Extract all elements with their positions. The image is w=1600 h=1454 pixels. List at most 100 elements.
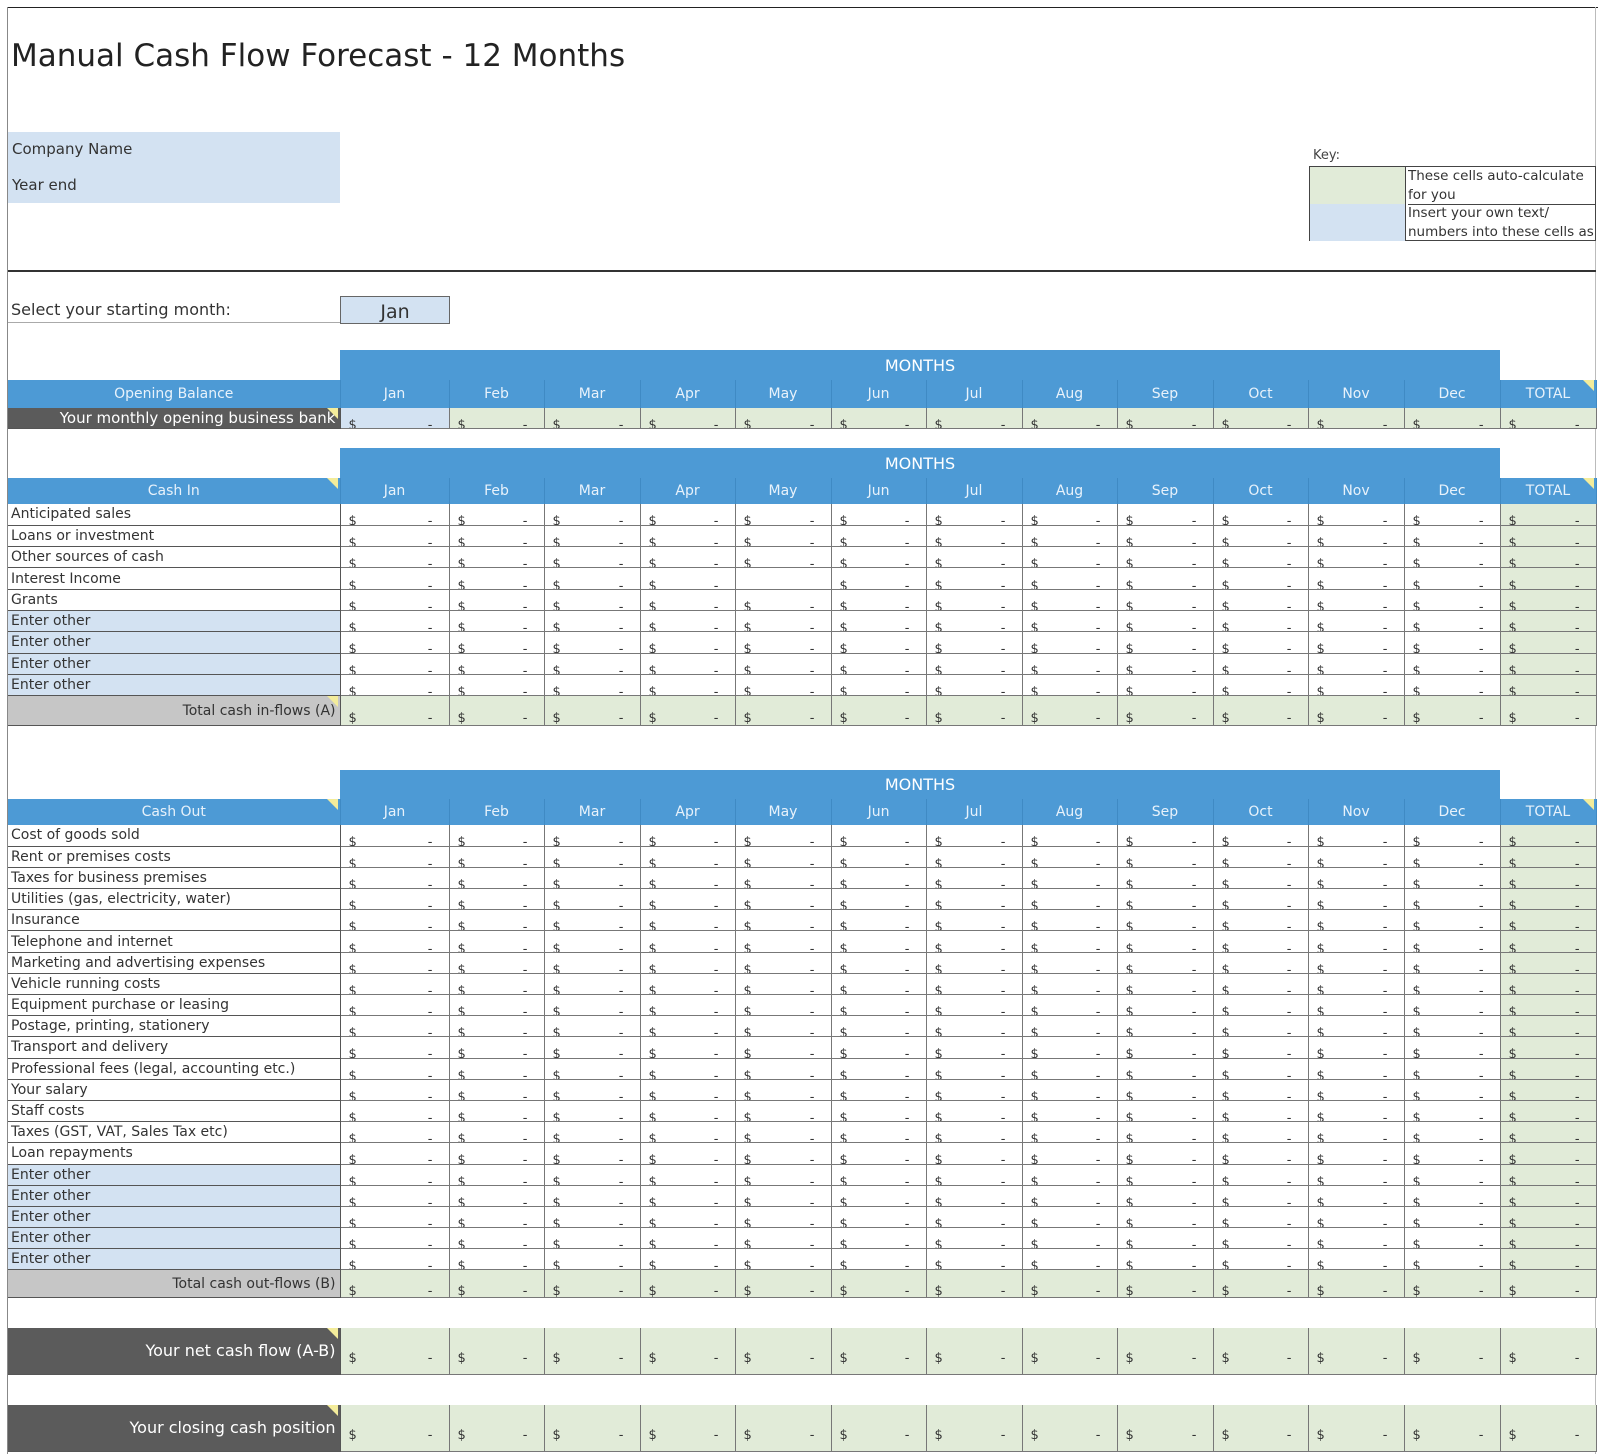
cash-out-cell[interactable]: $ -	[1117, 1079, 1214, 1101]
cash-out-cell[interactable]: $ -	[1308, 1079, 1405, 1101]
cash-in-row-label[interactable]: Enter other	[8, 653, 341, 675]
cash-out-cell[interactable]: $ -	[735, 1015, 832, 1038]
cash-in-cell[interactable]: $ -	[1117, 674, 1214, 697]
cash-out-cell[interactable]: $ -	[926, 1164, 1023, 1186]
cash-out-cell[interactable]: $ -	[1213, 1121, 1309, 1144]
cash-out-cell[interactable]: $ -	[1308, 1142, 1405, 1165]
cash-out-row-label[interactable]: Enter other	[8, 1248, 341, 1271]
cash-out-cell[interactable]: $ -	[544, 930, 641, 953]
cash-in-cell[interactable]: $ -	[1308, 546, 1405, 569]
cash-out-cell[interactable]: $ -	[544, 1015, 641, 1038]
cash-out-cell[interactable]: $ -	[544, 1227, 641, 1250]
cash-out-cell[interactable]: $ -	[449, 1185, 545, 1207]
cash-out-cell[interactable]: $ -	[735, 846, 832, 868]
opening-jan-cell[interactable]: $ -	[340, 408, 450, 429]
cash-out-cell[interactable]: $ -	[640, 1248, 736, 1271]
cash-out-cell[interactable]: $ -	[640, 1079, 736, 1101]
cash-out-cell[interactable]: $ -	[1213, 1015, 1309, 1038]
cash-out-cell[interactable]: $ -	[1117, 1100, 1214, 1123]
cash-in-cell[interactable]: $ -	[1308, 674, 1405, 697]
cash-out-cell[interactable]: $ -	[831, 1100, 927, 1123]
cash-out-cell[interactable]: $ -	[1404, 888, 1501, 911]
cash-out-cell[interactable]: $ -	[640, 867, 736, 890]
cash-in-cell[interactable]: $ -	[640, 589, 736, 611]
cash-out-cell[interactable]: $ -	[1022, 1079, 1118, 1101]
cash-in-cell[interactable]: $ -	[735, 589, 832, 611]
cash-out-cell[interactable]: $ -	[926, 825, 1023, 847]
cash-out-cell[interactable]: $ -	[340, 1079, 450, 1101]
cash-in-cell[interactable]: $ -	[735, 504, 832, 526]
cash-in-cell[interactable]: $ -	[926, 589, 1023, 611]
cash-out-cell[interactable]: $ -	[1213, 909, 1309, 932]
cash-in-cell[interactable]: $ -	[1022, 589, 1118, 611]
cash-out-cell[interactable]: $ -	[1117, 1036, 1214, 1059]
cash-out-cell[interactable]: $ -	[1022, 1058, 1118, 1080]
company-info-input[interactable]: Company Name Year end	[8, 132, 340, 203]
cash-out-cell[interactable]: $ -	[1117, 930, 1214, 953]
cash-in-cell[interactable]: $ -	[544, 525, 641, 548]
cash-in-cell[interactable]: $ -	[449, 525, 545, 548]
cash-out-cell[interactable]: $ -	[340, 930, 450, 953]
cash-out-cell[interactable]: $ -	[926, 1100, 1023, 1123]
cash-out-cell[interactable]: $ -	[926, 846, 1023, 868]
cash-out-cell[interactable]: $ -	[1404, 994, 1501, 1017]
cash-out-cell[interactable]: $ -	[1404, 1248, 1501, 1271]
cash-out-cell[interactable]: $ -	[1022, 1142, 1118, 1165]
cash-out-cell[interactable]: $ -	[544, 952, 641, 974]
cash-out-cell[interactable]: $ -	[1117, 952, 1214, 974]
year-end-label[interactable]: Year end	[12, 176, 77, 194]
cash-out-cell[interactable]: $ -	[1308, 1185, 1405, 1207]
cash-out-cell[interactable]: $ -	[340, 1185, 450, 1207]
cash-in-cell[interactable]: $ -	[1022, 546, 1118, 569]
cash-out-cell[interactable]: $ -	[926, 952, 1023, 974]
cash-out-cell[interactable]: $ -	[926, 909, 1023, 932]
cash-out-cell[interactable]: $ -	[1404, 973, 1501, 996]
cash-in-cell[interactable]: $ -	[1117, 610, 1214, 633]
cash-out-cell[interactable]: $ -	[340, 825, 450, 847]
cash-out-cell[interactable]: $ -	[1404, 1015, 1501, 1038]
cash-in-cell[interactable]: $ -	[449, 610, 545, 633]
cash-in-cell[interactable]: $ -	[1022, 567, 1118, 590]
cash-out-cell[interactable]: $ -	[1308, 1036, 1405, 1059]
cash-in-cell[interactable]: $ -	[544, 546, 641, 569]
cash-out-cell[interactable]: $ -	[831, 888, 927, 911]
cash-out-cell[interactable]: $ -	[1308, 846, 1405, 868]
cash-out-cell[interactable]: $ -	[1213, 952, 1309, 974]
cash-in-cell[interactable]: $ -	[340, 525, 450, 548]
cash-in-cell[interactable]: $ -	[449, 631, 545, 654]
cash-out-cell[interactable]: $ -	[735, 867, 832, 890]
cash-out-cell[interactable]: $ -	[449, 952, 545, 974]
cash-out-cell[interactable]: $ -	[1213, 888, 1309, 911]
cash-out-cell[interactable]: $ -	[1213, 867, 1309, 890]
cash-in-cell[interactable]: $ -	[735, 653, 832, 675]
cash-out-cell[interactable]: $ -	[926, 930, 1023, 953]
start-month-select[interactable]: Jan	[340, 296, 450, 324]
cash-out-cell[interactable]: $ -	[1404, 1121, 1501, 1144]
cash-out-cell[interactable]: $ -	[449, 930, 545, 953]
cash-out-cell[interactable]: $ -	[831, 930, 927, 953]
cash-out-cell[interactable]: $ -	[1022, 909, 1118, 932]
cash-in-cell[interactable]: $ -	[1117, 589, 1214, 611]
cash-out-cell[interactable]: $ -	[831, 1079, 927, 1101]
cash-out-cell[interactable]: $ -	[926, 1227, 1023, 1250]
cash-out-cell[interactable]: $ -	[1308, 1248, 1405, 1271]
cash-in-cell[interactable]: $ -	[640, 653, 736, 675]
cash-out-cell[interactable]: $ -	[735, 930, 832, 953]
cash-out-cell[interactable]: $ -	[544, 888, 641, 911]
cash-in-cell[interactable]: $ -	[926, 567, 1023, 590]
cash-in-cell[interactable]: $ -	[1213, 567, 1309, 590]
cash-in-cell[interactable]: $ -	[1213, 631, 1309, 654]
cash-out-cell[interactable]: $ -	[1022, 888, 1118, 911]
cash-out-cell[interactable]: $ -	[1117, 1206, 1214, 1229]
cash-in-cell[interactable]: $ -	[831, 504, 927, 526]
cash-in-cell[interactable]: $ -	[831, 567, 927, 590]
cash-out-cell[interactable]: $ -	[544, 1206, 641, 1229]
cash-out-cell[interactable]: $ -	[1022, 1015, 1118, 1038]
cash-in-cell[interactable]: $ -	[926, 610, 1023, 633]
cash-out-cell[interactable]: $ -	[735, 1121, 832, 1144]
cash-out-cell[interactable]: $ -	[735, 1206, 832, 1229]
cash-out-cell[interactable]: $ -	[1022, 1121, 1118, 1144]
cash-in-cell[interactable]: $ -	[449, 546, 545, 569]
cash-out-cell[interactable]: $ -	[926, 994, 1023, 1017]
cash-out-cell[interactable]: $ -	[1022, 973, 1118, 996]
